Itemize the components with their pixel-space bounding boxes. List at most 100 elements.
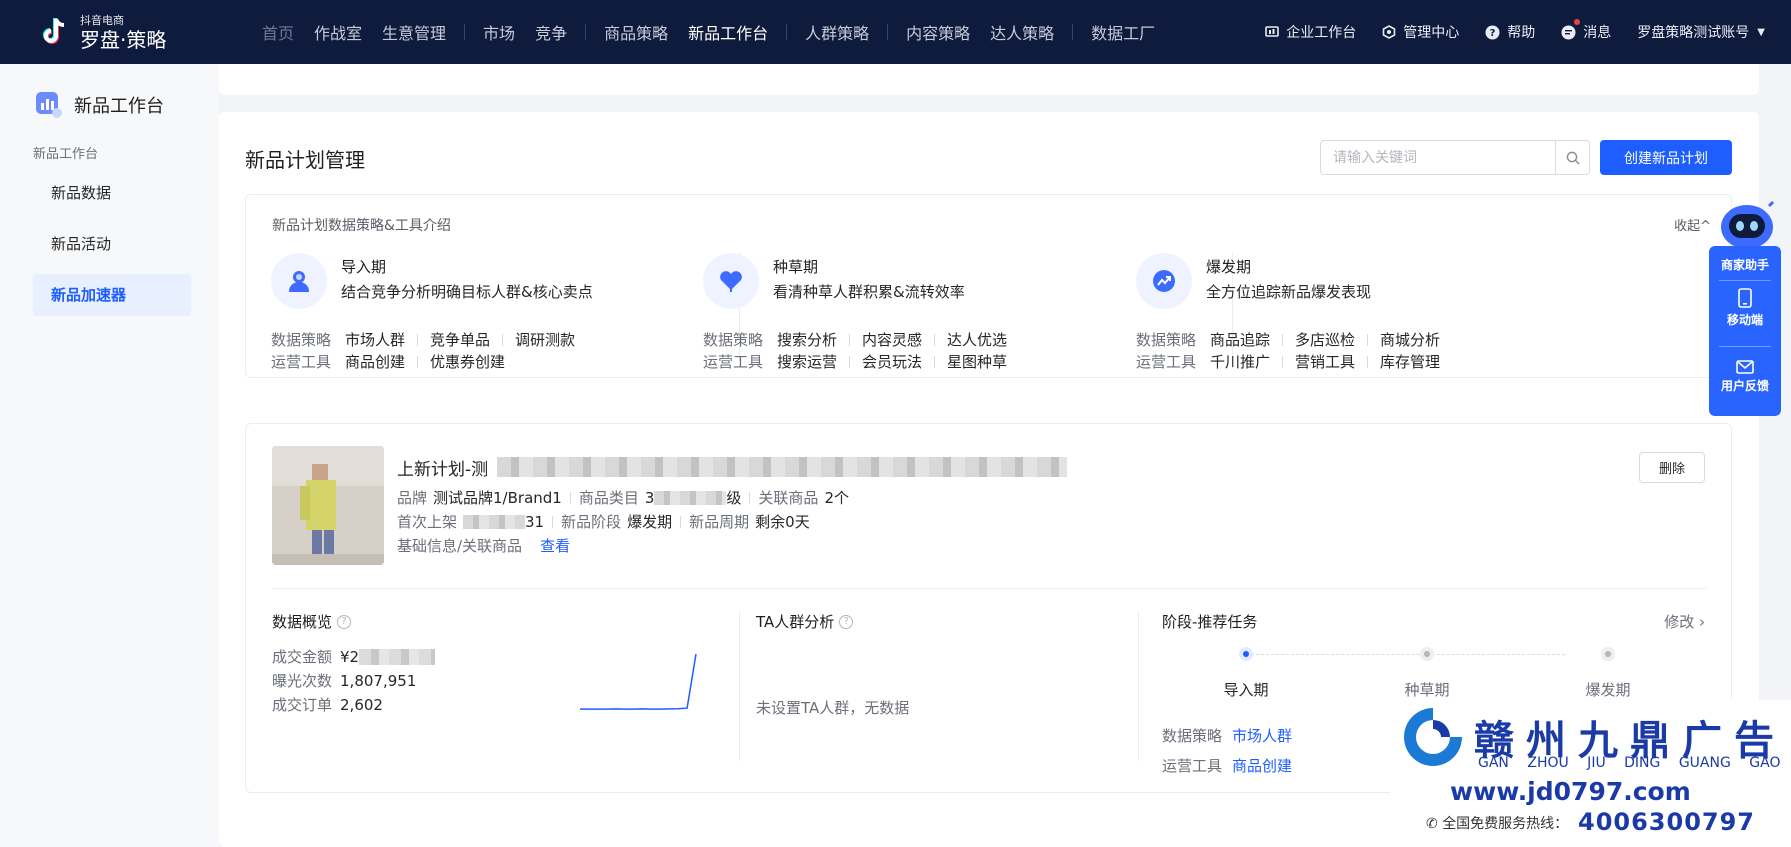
search-icon: [1566, 151, 1580, 165]
plan-meta-row-1: 品牌 测试品牌1/Brand1 商品类目 3 级关联商品 2个: [397, 487, 849, 508]
chevron-right-icon: ›: [1699, 613, 1705, 631]
tag-product-track[interactable]: 商品追踪: [1210, 331, 1270, 349]
message-icon: [1561, 25, 1576, 39]
account-name: 罗盘策略测试账号: [1637, 25, 1750, 41]
sidebar-item-new-activity[interactable]: 新品活动: [33, 223, 191, 265]
divider: [272, 588, 1707, 589]
ta-empty-text: 未设置TA人群，无数据: [756, 699, 910, 717]
tag-search-analysis[interactable]: 搜索分析: [777, 331, 837, 349]
tag-member-play[interactable]: 会员玩法: [862, 353, 922, 371]
stat-gmv: 成交金额 ¥2: [272, 646, 436, 667]
delete-button[interactable]: 删除: [1639, 452, 1705, 483]
related-value: 2个: [824, 489, 849, 507]
tag-search-ops[interactable]: 搜索运营: [777, 353, 837, 371]
nav-item[interactable]: 新品工作台: [678, 20, 778, 44]
top-right-menu: 企业工作台 管理中心 ? 帮助 消息 罗盘策略测试账号 ▼: [1239, 0, 1765, 64]
category-tail: 级: [726, 489, 742, 507]
main-nav: 首页 作战室 生意管理 市场 竞争 商品策略 新品工作台 人群策略 内容策略 达人策略 数据工厂: [252, 20, 1165, 44]
nav-item[interactable]: 竞争: [525, 20, 577, 44]
ad-logo-icon: [1404, 708, 1462, 766]
search-button[interactable]: [1555, 141, 1589, 174]
blurred-text: [654, 491, 727, 505]
nav-item[interactable]: 首页: [252, 20, 304, 44]
help-icon: ?: [1485, 25, 1500, 39]
mobile-button[interactable]: 移动端: [1709, 288, 1781, 328]
trend-up-icon: [1136, 253, 1192, 309]
nav-item[interactable]: 达人策略: [980, 20, 1064, 44]
blurred-text: [463, 515, 526, 529]
nav-item[interactable]: 生意管理: [372, 20, 456, 44]
tag-qianchuan[interactable]: 千川推广: [1210, 353, 1270, 371]
sidebar-item-accelerator[interactable]: 新品加速器: [33, 274, 191, 316]
row-label: 数据策略: [1162, 727, 1223, 745]
brand-logo[interactable]: 抖音电商 罗盘·策略: [36, 14, 206, 50]
messages-link[interactable]: 消息: [1561, 19, 1611, 42]
view-link[interactable]: 查看: [540, 537, 570, 555]
feedback-label: 用户反馈: [1720, 379, 1769, 393]
question-icon[interactable]: ?: [839, 614, 854, 629]
nav-item[interactable]: 内容策略: [896, 20, 980, 44]
create-plan-button[interactable]: 创建新品计划: [1600, 140, 1732, 175]
stage-value: 爆发期: [627, 513, 673, 531]
search-input[interactable]: [1321, 141, 1555, 174]
nav-item[interactable]: 商品策略: [594, 20, 678, 44]
brand-name: 罗盘·策略: [80, 27, 167, 52]
tag-market-crowd[interactable]: 市场人群: [345, 331, 405, 349]
mobile-label: 移动端: [1726, 313, 1763, 327]
steps-connector: [1246, 654, 1565, 655]
assistant-button[interactable]: 商家助手: [1709, 256, 1781, 273]
tag-mall-analysis[interactable]: 商城分析: [1380, 331, 1440, 349]
tag-inventory[interactable]: 库存管理: [1380, 353, 1440, 371]
exposure-label: 曝光次数: [272, 672, 333, 690]
step-label: 种草期: [1404, 681, 1450, 699]
task-data-link[interactable]: 市场人群: [1232, 727, 1292, 745]
tag-marketing-tools[interactable]: 营销工具: [1295, 353, 1355, 371]
phase-data-row: 数据策略 市场人群 竞争单品 调研测款: [271, 329, 575, 350]
step-dot[interactable]: [1601, 647, 1615, 661]
sidebar-item-new-data[interactable]: 新品数据: [33, 172, 191, 214]
step-label: 导入期: [1223, 681, 1269, 699]
phase-import: 导入期 结合竞争分析明确目标人群&核心卖点 数据策略 市场人群 竞争单品 调研测款 运…: [271, 253, 741, 371]
step-dot[interactable]: [1420, 647, 1434, 661]
tag-research-test[interactable]: 调研测款: [515, 331, 575, 349]
tag-competitor-item[interactable]: 竞争单品: [430, 331, 490, 349]
tag-content-idea[interactable]: 内容灵感: [862, 331, 922, 349]
chart-app-icon: [36, 92, 62, 118]
help-label: 帮助: [1507, 25, 1536, 41]
robot-assistant-icon[interactable]: [1717, 200, 1777, 252]
nav-item[interactable]: 作战室: [304, 20, 372, 44]
admin-link[interactable]: 管理中心: [1382, 22, 1459, 42]
plan-meta-row-2: 首次上架 31 新品阶段 爆发期 新品周期 剩余0天: [397, 511, 810, 532]
intro-title: 新品计划数据策略&工具介绍: [272, 218, 451, 234]
nav-item[interactable]: 数据工厂: [1081, 20, 1165, 44]
step-dot-current[interactable]: [1239, 647, 1253, 661]
tag-product-create[interactable]: 商品创建: [345, 353, 405, 371]
sidebar-header: 新品工作台: [36, 92, 164, 118]
product-thumbnail[interactable]: [272, 446, 384, 565]
svg-text:?: ?: [1490, 28, 1496, 39]
nav-item[interactable]: 市场: [473, 20, 525, 44]
tag-multi-store[interactable]: 多店巡检: [1295, 331, 1355, 349]
ad-pinyin: GAN ZHOU JIU DING GUANG GAO: [1478, 755, 1781, 771]
brand-sub: 抖音电商: [80, 13, 124, 27]
feedback-button[interactable]: 用户反馈: [1709, 360, 1781, 394]
page-title: 新品计划管理: [245, 148, 365, 172]
edit-link[interactable]: 修改 ›: [1664, 611, 1705, 632]
row-label: 运营工具: [1162, 757, 1223, 775]
tag-xingtu-seeding[interactable]: 星图种草: [947, 353, 1007, 371]
help-link[interactable]: ? 帮助: [1485, 22, 1535, 42]
row-label: 数据策略: [1136, 331, 1197, 349]
mobile-icon: [1738, 288, 1752, 308]
tag-coupon-create[interactable]: 优惠券创建: [430, 353, 505, 371]
nav-item[interactable]: 人群策略: [795, 20, 879, 44]
question-icon[interactable]: ?: [337, 614, 352, 629]
tag-kol-select[interactable]: 达人优选: [947, 331, 1007, 349]
overview-title-text: 数据概览: [272, 613, 333, 631]
collapse-toggle[interactable]: 收起^: [1674, 215, 1711, 234]
douyin-logo-icon: [36, 14, 72, 50]
task-tool-link[interactable]: 商品创建: [1232, 757, 1292, 775]
phase-name: 爆发期: [1206, 258, 1252, 276]
tasks-title: 阶段-推荐任务: [1162, 613, 1258, 631]
account-menu[interactable]: 罗盘策略测试账号 ▼: [1637, 22, 1765, 42]
workspace-link[interactable]: 企业工作台: [1265, 22, 1356, 42]
